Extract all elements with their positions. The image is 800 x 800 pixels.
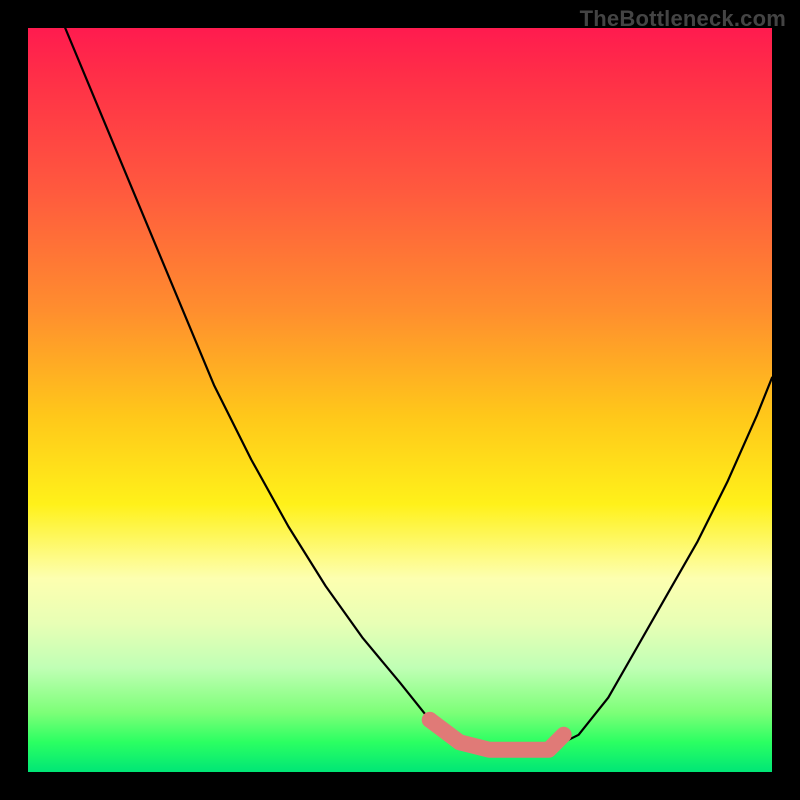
plot-area: [28, 28, 772, 772]
trough-highlight: [28, 28, 772, 772]
trough-marker-dot-icon: [422, 712, 438, 728]
trough-highlight-stroke: [430, 720, 564, 750]
watermark-label: TheBottleneck.com: [580, 6, 786, 32]
chart-frame: TheBottleneck.com: [0, 0, 800, 800]
